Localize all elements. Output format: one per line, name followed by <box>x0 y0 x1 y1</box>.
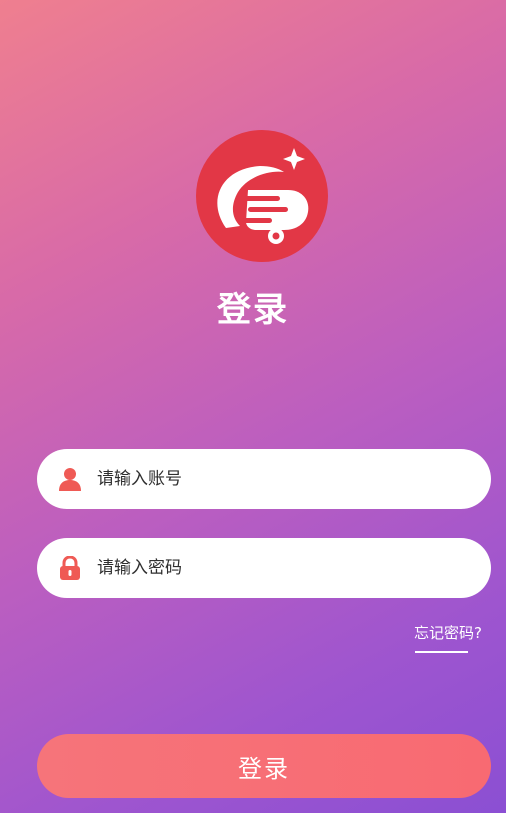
app-logo <box>196 130 328 262</box>
forgot-password-link[interactable]: 忘记密码? <box>414 622 482 643</box>
user-icon <box>59 468 81 491</box>
password-input[interactable] <box>97 548 477 588</box>
login-screen: 登录 忘记密码? 登录 <box>0 0 506 813</box>
forgot-password-underline <box>415 651 468 653</box>
password-field[interactable] <box>37 538 491 598</box>
account-field[interactable] <box>37 449 491 509</box>
lock-icon <box>60 556 80 580</box>
login-button[interactable]: 登录 <box>37 734 491 798</box>
logo-emblem-icon <box>217 148 309 244</box>
account-input[interactable] <box>97 459 477 499</box>
page-title: 登录 <box>217 290 289 330</box>
